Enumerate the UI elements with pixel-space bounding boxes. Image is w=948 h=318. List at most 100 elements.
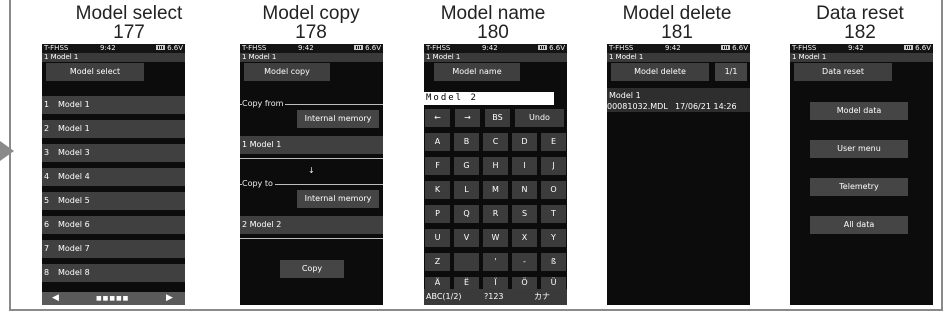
list-item[interactable]: 4 Model 4 (42, 168, 185, 186)
key-y[interactable]: Y (541, 229, 566, 247)
caption-model-name: Model name 180 (440, 3, 546, 43)
current-model: 1 Model 1 (607, 53, 750, 62)
key-space[interactable] (454, 253, 479, 271)
battery-icon (156, 45, 166, 50)
status-bar: T-FHSS 9:42 6.6V (790, 44, 933, 53)
screen-model-name: T-FHSS 9:42 6.6V 1 Model 1 Model name Mo… (424, 44, 567, 305)
key-z[interactable]: Z (425, 253, 450, 271)
key-u-umlaut[interactable]: Ü (541, 277, 566, 289)
page-indicator[interactable]: 1/1 (715, 63, 747, 81)
screen-title[interactable]: Model delete (611, 63, 709, 81)
list-item[interactable]: 6 Model 6 (42, 216, 185, 234)
page-dots: ■■■■■ (96, 295, 130, 302)
key-v[interactable]: V (454, 229, 479, 247)
mode-kana-button[interactable]: カナ (534, 289, 550, 305)
divider (240, 238, 383, 239)
key-n[interactable]: N (512, 181, 537, 199)
backspace-key[interactable]: BS (485, 109, 510, 127)
key-w[interactable]: W (483, 229, 508, 247)
current-model: 1 Model 1 (424, 53, 567, 62)
battery-icon (904, 45, 914, 50)
screen-title[interactable]: Model select (46, 63, 144, 81)
key-o[interactable]: O (541, 181, 566, 199)
key-i-umlaut[interactable]: Ï (483, 277, 508, 289)
arrow-down-icon: ↓ (308, 166, 315, 175)
key-q[interactable]: Q (454, 205, 479, 223)
flow-arrow-icon (0, 141, 14, 161)
screen-title[interactable]: Model name (434, 63, 520, 81)
key-f[interactable]: F (425, 157, 450, 175)
key-d[interactable]: D (512, 133, 537, 151)
screen-title[interactable]: Data reset (794, 63, 892, 81)
key-e-umlaut[interactable]: Ë (454, 277, 479, 289)
key-l[interactable]: L (454, 181, 479, 199)
current-model: 1 Model 1 (240, 53, 383, 62)
status-bar: T-FHSS 9:42 6.6V (42, 44, 185, 53)
model-name-input[interactable]: Model 2 (424, 92, 554, 105)
reset-user-menu-button[interactable]: User menu (810, 140, 908, 158)
list-item[interactable]: 1 Model 1 (42, 96, 185, 114)
key-p[interactable]: P (425, 205, 450, 223)
key-h[interactable]: H (483, 157, 508, 175)
source-memory-button[interactable]: Internal memory (297, 110, 379, 128)
file-model-name: Model 1 (609, 91, 641, 100)
status-bar: T-FHSS 9:42 6.6V (607, 44, 750, 53)
screen-model-select: T-FHSS 9:42 6.6V 1 Model 1 Model select … (42, 44, 185, 305)
key-x[interactable]: X (512, 229, 537, 247)
key-c[interactable]: C (483, 133, 508, 151)
key-r[interactable]: R (483, 205, 508, 223)
mode-symbols-button[interactable]: ?123 (484, 289, 504, 305)
key-i[interactable]: I (512, 157, 537, 175)
source-model-row[interactable]: 1 Model 1 (240, 136, 383, 154)
undo-key[interactable]: Undo (515, 109, 564, 127)
screen-model-copy: T-FHSS 9:42 6.6V 1 Model 1 Model copy Co… (240, 44, 383, 305)
key-t[interactable]: T (541, 205, 566, 223)
reset-model-data-button[interactable]: Model data (810, 102, 908, 120)
caption-model-delete: Model delete 181 (622, 3, 732, 43)
key-apostrophe[interactable]: ' (483, 253, 508, 271)
copy-button[interactable]: Copy (280, 260, 344, 278)
current-model: 1 Model 1 (790, 53, 933, 62)
caption-data-reset: Data reset 182 (816, 3, 904, 43)
list-item[interactable]: 3 Model 3 (42, 144, 185, 162)
key-e[interactable]: E (541, 133, 566, 151)
status-bar: T-FHSS 9:42 6.6V (240, 44, 383, 53)
prev-page-icon[interactable]: ◀ (52, 292, 59, 305)
list-item[interactable]: 2 Model 1 (42, 120, 185, 138)
dest-memory-button[interactable]: Internal memory (297, 190, 379, 208)
cursor-left-key[interactable]: ← (425, 109, 450, 127)
caption-model-copy: Model copy 178 (262, 3, 360, 43)
copy-from-label: Copy from (242, 99, 286, 109)
key-a[interactable]: A (425, 133, 450, 151)
screen-data-reset: T-FHSS 9:42 6.6V 1 Model 1 Data reset Mo… (790, 44, 933, 305)
screen-title[interactable]: Model copy (244, 63, 330, 81)
divider (240, 158, 383, 159)
keyboard-mode-bar: ABC(1/2) ?123 カナ (424, 289, 567, 305)
next-page-icon[interactable]: ▶ (166, 292, 173, 305)
current-model: 1 Model 1 (42, 53, 185, 62)
key-b[interactable]: B (454, 133, 479, 151)
list-item[interactable]: 7 Model 7 (42, 240, 185, 258)
battery-icon (538, 45, 548, 50)
list-item[interactable]: 5 Model 5 (42, 192, 185, 210)
key-j[interactable]: J (541, 157, 566, 175)
key-a-umlaut[interactable]: Ä (425, 277, 450, 289)
key-o-umlaut[interactable]: Ö (512, 277, 537, 289)
caption-model-select: Model select 177 (75, 3, 183, 43)
cursor-right-key[interactable]: → (455, 109, 480, 127)
reset-all-data-button[interactable]: All data (810, 216, 908, 234)
battery-icon (721, 45, 731, 50)
reset-telemetry-button[interactable]: Telemetry (810, 178, 908, 196)
dest-model-row[interactable]: 2 Model 2 (240, 216, 383, 234)
key-s[interactable]: S (512, 205, 537, 223)
screen-model-delete: T-FHSS 9:42 6.6V 1 Model 1 Model delete … (607, 44, 750, 305)
key-eszett[interactable]: ß (541, 253, 566, 271)
key-m[interactable]: M (483, 181, 508, 199)
key-hyphen[interactable]: - (512, 253, 537, 271)
list-item[interactable]: 8 Model 8 (42, 264, 185, 282)
key-k[interactable]: K (425, 181, 450, 199)
pagination: ◀ ■■■■■ ▶ (42, 292, 185, 305)
mode-abc-button[interactable]: ABC(1/2) (426, 289, 462, 305)
key-u[interactable]: U (425, 229, 450, 247)
key-g[interactable]: G (454, 157, 479, 175)
